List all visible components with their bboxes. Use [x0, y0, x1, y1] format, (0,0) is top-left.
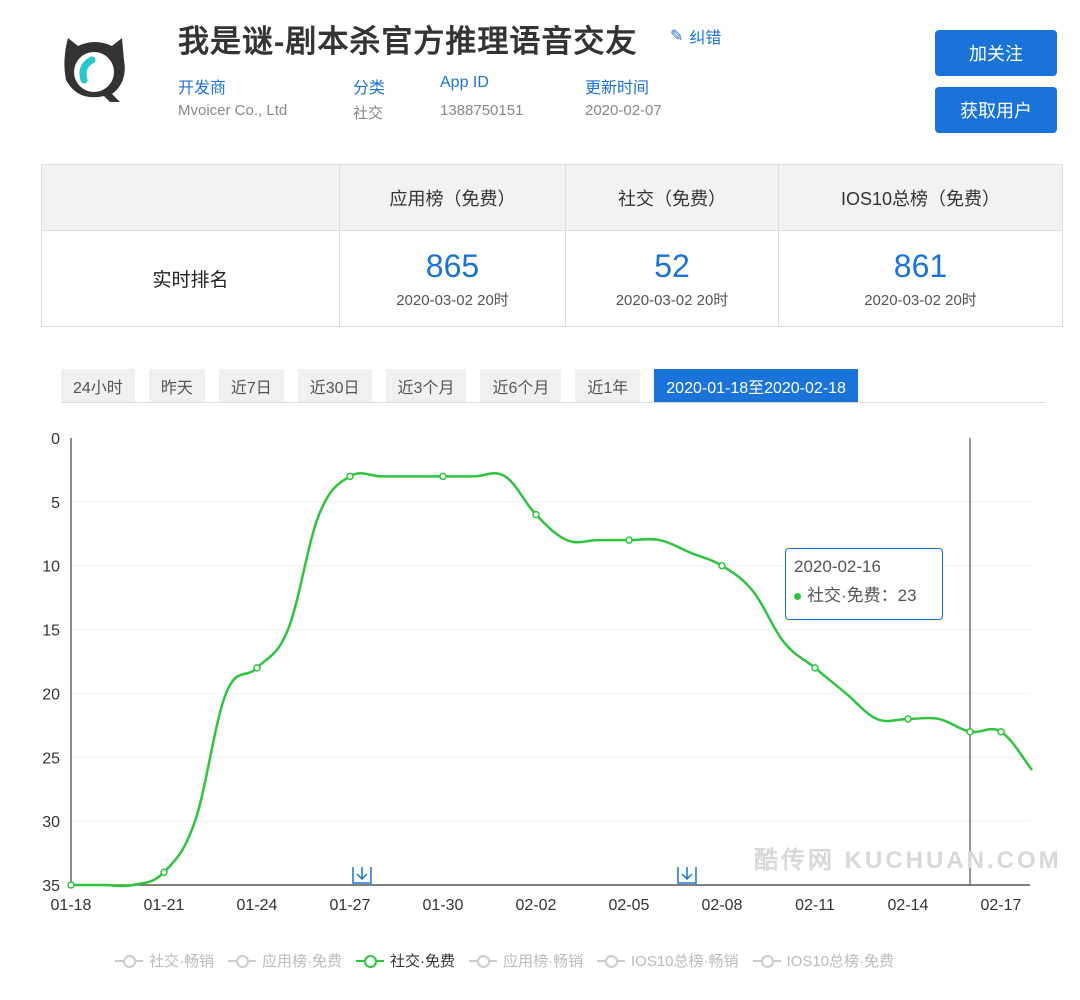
legend-item[interactable]: 应用榜·免费 [228, 950, 342, 971]
tooltip-value: 23 [897, 586, 917, 605]
rank-time: 2020-03-02 20时 [396, 291, 509, 309]
col-header: 应用榜（免费） [339, 164, 566, 231]
legend-item[interactable]: IOS10总榜·免费 [752, 950, 895, 971]
divider [61, 402, 1045, 403]
data-point [67, 881, 75, 889]
tab-range[interactable]: 近6个月 [480, 369, 562, 402]
get-users-button[interactable]: 获取用户 [935, 87, 1057, 133]
data-point [904, 715, 912, 723]
row-label: 实时排名 [41, 230, 340, 327]
rank-time: 2020-03-02 20时 [864, 291, 977, 309]
rank-cell: 52 2020-03-02 20时 [565, 230, 779, 327]
data-point [997, 727, 1005, 736]
rank-value: 861 [893, 247, 948, 284]
report-error-label: 纠错 [689, 30, 722, 47]
legend-item[interactable]: 应用榜·畅销 [469, 950, 583, 971]
data-point [811, 664, 819, 672]
download-marker-icon [352, 867, 372, 884]
y-tick-label: 0 [51, 431, 60, 448]
legend-symbol-icon [597, 954, 625, 968]
data-point [625, 536, 633, 544]
x-tick-label: 02-05 [609, 897, 650, 914]
x-tick-label: 01-24 [237, 897, 278, 914]
legend-label: IOS10总榜·畅销 [631, 953, 739, 970]
update-time-value: 2020-02-07 [585, 102, 662, 119]
tab-range[interactable]: 近1年 [575, 369, 641, 402]
rank-table: 应用榜（免费） 社交（免费） IOS10总榜（免费） 实时排名 865 2020-… [41, 164, 1063, 327]
app-title: 我是谜-剧本杀官方推理语音交友 [178, 24, 638, 59]
rank-value: 52 [654, 247, 690, 284]
x-tick-label: 01-30 [423, 897, 464, 914]
y-tick-label: 5 [51, 495, 60, 512]
legend-symbol-icon [356, 954, 384, 968]
tab-range[interactable]: 近30日 [297, 369, 372, 402]
y-tick-label: 25 [42, 750, 60, 767]
col-header: IOS10总榜（免费） [778, 164, 1063, 231]
x-tick-label: 01-18 [51, 897, 92, 914]
x-tick-label: 01-27 [330, 897, 371, 914]
y-tick-label: 20 [42, 686, 60, 703]
rank-time: 2020-03-02 20时 [615, 291, 729, 309]
category-label: 分类 [353, 80, 386, 97]
developer-value: Mvoicer Co., Ltd [178, 102, 288, 119]
y-tick-label: 10 [42, 559, 60, 576]
col-header: 社交（免费） [565, 164, 779, 231]
legend-item[interactable]: IOS10总榜·畅销 [597, 950, 739, 971]
legend-symbol-icon [115, 954, 143, 968]
x-tick-label: 02-17 [981, 897, 1022, 914]
legend-label: 应用榜·畅销 [503, 953, 583, 970]
watermark: 酷传网 KUCHUAN.COM [754, 847, 1062, 874]
download-marker-icon [677, 867, 697, 884]
time-range-tabs: 24小时 昨天 近7日 近30日 近3个月 近6个月 近1年 2020-01-18至2020-… [61, 369, 858, 402]
series-dot-icon [794, 593, 801, 601]
legend-label: 社交·畅销 [149, 953, 214, 970]
y-tick-label: 35 [42, 878, 60, 895]
data-point [439, 472, 447, 481]
data-point [346, 472, 354, 481]
x-tick-label: 02-08 [702, 897, 743, 914]
tooltip-series: 社交·免费： [807, 586, 898, 605]
rank-value: 865 [425, 247, 480, 284]
pencil-icon: ✎ [670, 28, 684, 45]
rank-cell: 861 2020-03-02 20时 [778, 230, 1063, 327]
update-time-label: 更新时间 [585, 80, 650, 97]
y-tick-label: 30 [42, 814, 60, 831]
tab-range[interactable]: 近7日 [218, 369, 284, 402]
data-point [160, 868, 168, 876]
data-point [718, 561, 726, 570]
category-value: 社交 [353, 105, 384, 122]
report-error-link[interactable]: ✎ 纠错 [670, 24, 721, 48]
y-tick-label: 15 [42, 623, 60, 640]
app-logo [64, 38, 125, 102]
legend-item[interactable]: 社交·畅销 [115, 950, 214, 971]
chart-legend: 社交·畅销 应用榜·免费 社交·免费 应用榜·畅销 IOS10总榜·畅销 IOS10总榜·… [115, 950, 894, 971]
developer-label: 开发商 [178, 80, 227, 97]
series-line [71, 472, 1033, 888]
data-point [966, 727, 974, 736]
data-point [532, 510, 540, 519]
x-tick-label: 02-14 [888, 897, 929, 914]
app-id-value: 1388750151 [440, 102, 524, 119]
legend-label: IOS10总榜·免费 [786, 953, 895, 970]
follow-button[interactable]: 加关注 [935, 30, 1057, 76]
app-id-label: App ID [440, 74, 489, 91]
tab-range[interactable]: 2020-01-18至2020-02-18 [654, 369, 858, 402]
x-tick-label: 02-02 [516, 897, 557, 914]
x-tick-label: 02-11 [795, 897, 835, 914]
legend-symbol-icon [469, 954, 497, 968]
legend-label: 社交·免费 [390, 953, 455, 970]
legend-symbol-icon [752, 954, 781, 968]
rank-cell: 865 2020-03-02 20时 [339, 230, 566, 327]
legend-item[interactable]: 社交·免费 [356, 950, 455, 971]
legend-symbol-icon [228, 954, 256, 968]
chart-tooltip: 2020-02-16 社交·免费：23 [785, 548, 943, 620]
x-tick-label: 01-21 [144, 897, 185, 914]
tooltip-date: 2020-02-16 [794, 557, 881, 576]
data-point [253, 664, 261, 672]
tab-range[interactable]: 近3个月 [385, 369, 467, 402]
tab-range[interactable]: 昨天 [148, 369, 205, 402]
tab-range[interactable]: 24小时 [61, 369, 135, 402]
legend-label: 应用榜·免费 [262, 953, 342, 970]
